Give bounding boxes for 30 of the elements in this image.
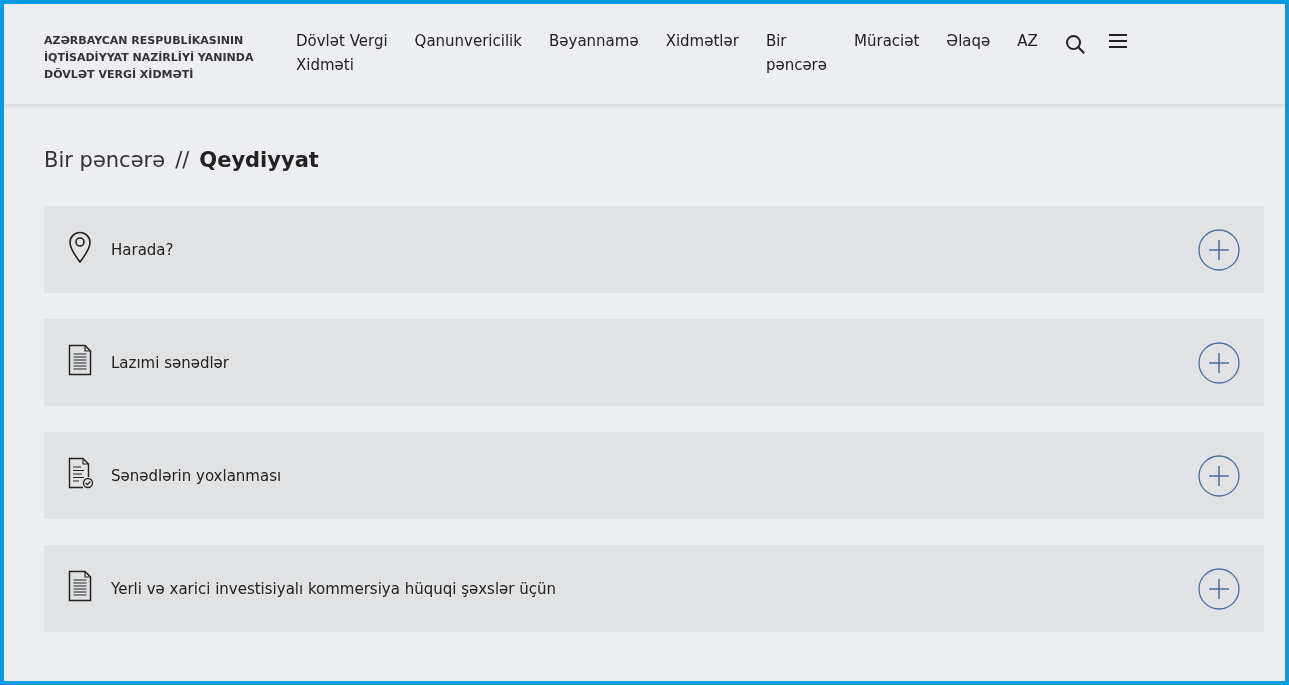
expand-icon[interactable] — [1198, 567, 1240, 610]
page-title: Qeydiyyat — [199, 148, 319, 172]
menu-icon[interactable] — [1107, 34, 1128, 48]
nav-link[interactable]: Xidmətlər — [665, 29, 739, 53]
accordion-item[interactable]: Lazımi sənədlər — [44, 319, 1264, 406]
nav-link[interactable]: Əlaqə — [946, 29, 991, 53]
document-icon — [68, 569, 94, 602]
document-icon — [68, 343, 94, 376]
expand-icon[interactable] — [1198, 454, 1240, 497]
accordion-item[interactable]: Yerli və xarici investisiyalı kommersiya hüquqi şəxslər üçün — [44, 545, 1264, 632]
breadcrumb-separator: // — [175, 148, 190, 172]
accordion-title: Yerli və xarici investisiyalı kommersiya hüquqi şəxslər üçün — [111, 579, 558, 598]
nav-link[interactable]: Müraciət — [854, 29, 920, 53]
accordion-title: Harada? — [111, 240, 175, 259]
accordion-item[interactable]: Sənədlərin yoxlanması — [44, 432, 1264, 519]
location-pin-icon — [68, 230, 94, 263]
search-icon[interactable] — [1064, 34, 1085, 54]
expand-icon[interactable] — [1198, 341, 1240, 384]
accordion-title: Sənədlərin yoxlanması — [111, 466, 283, 485]
breadcrumb-link[interactable]: Bir pəncərə — [44, 148, 166, 172]
accordion-item[interactable]: Harada? — [44, 206, 1264, 293]
nav-link[interactable]: Bir pəncərə — [765, 29, 827, 77]
expand-icon[interactable] — [1198, 228, 1240, 271]
nav-link[interactable]: AZ — [1017, 29, 1038, 53]
accordion-title: Lazımi sənədlər — [111, 353, 230, 372]
site-logo-text[interactable]: AZƏRBAYCAN RESPUBLİKASININ İQTİSADİYYAT NAZİRLİYİ YANINDA DÖVLƏT VERGİ XİDMƏTİ — [44, 29, 276, 83]
nav-link[interactable]: Bəyannamə — [549, 29, 639, 53]
nav-link[interactable]: Qanunvericilik — [414, 29, 522, 53]
nav-link[interactable]: Dövlət Vergi Xidməti — [296, 29, 388, 77]
document-check-icon — [68, 456, 94, 489]
